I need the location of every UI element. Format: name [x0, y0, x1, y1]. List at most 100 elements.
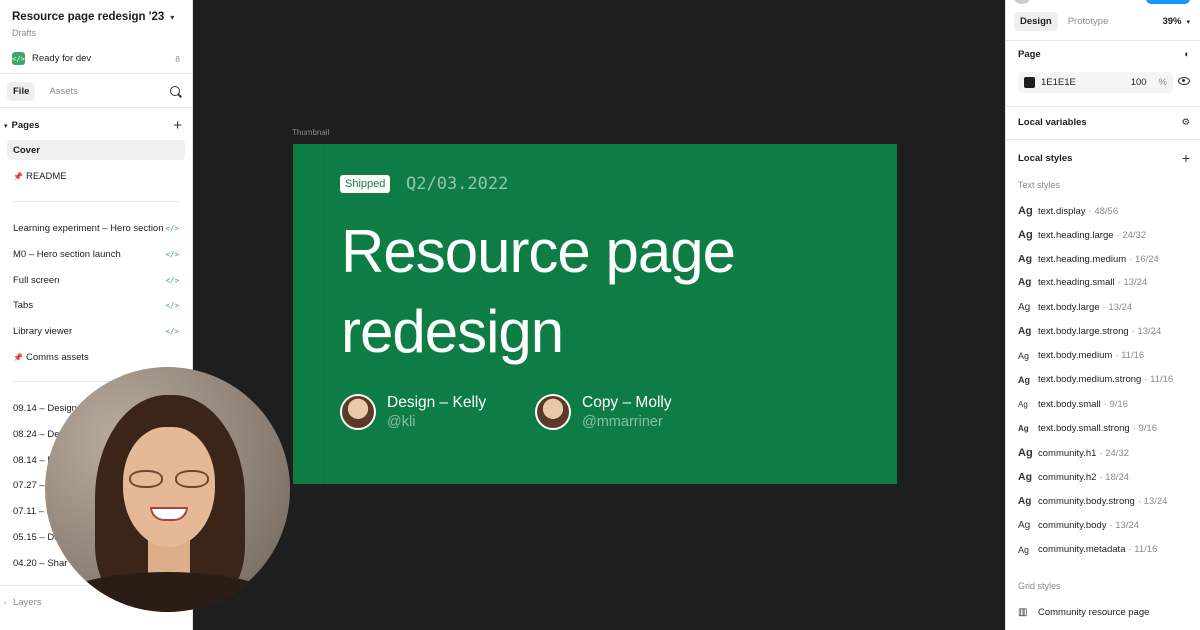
page-label: 07.27 –	[13, 479, 45, 491]
release-date: Q2/03.2022	[406, 174, 509, 194]
tab-assets[interactable]: Assets	[43, 82, 84, 101]
page-label: Comms assets	[25, 351, 89, 363]
divider	[0, 73, 192, 74]
tab-file[interactable]: File	[7, 82, 36, 101]
text-style-icon: Ag	[1018, 205, 1033, 217]
page-item[interactable]: Library viewer </>	[7, 321, 185, 341]
file-location[interactable]: Drafts	[12, 28, 36, 38]
chevron-down-icon: ▾	[1186, 18, 1190, 26]
page-item-readme[interactable]: 📌 README	[7, 166, 185, 186]
layers-header[interactable]: › Layers	[4, 597, 42, 608]
page-fill-field[interactable]: 1E1E1E 100 %	[1018, 72, 1173, 93]
page-section-header: Page ◐	[1018, 49, 1190, 60]
text-style-item[interactable]: Ag text.body.large.strong · 13/24	[1018, 326, 1190, 337]
style-size: · 13/24	[1131, 326, 1162, 337]
text-style-item[interactable]: Ag text.heading.small · 13/24	[1018, 277, 1190, 288]
text-style-item[interactable]: Ag text.heading.medium · 16/24	[1018, 253, 1190, 265]
right-sidebar: Design Prototype 39% ▾ Page ◐ 1E1E1E 100…	[1005, 0, 1200, 630]
cover-title-line2: redesign	[341, 298, 564, 365]
add-style-icon[interactable]: +	[1182, 150, 1190, 166]
style-size: · 13/24	[1109, 520, 1140, 531]
avatar[interactable]	[1014, 0, 1030, 4]
text-style-item[interactable]: Ag text.body.small · 9/16	[1018, 399, 1190, 410]
grid-style-item[interactable]: ▥ Community resource page	[1018, 607, 1190, 618]
text-style-item[interactable]: Ag community.h2 · 18/24	[1018, 471, 1190, 483]
style-name: text.body.medium.strong	[1038, 374, 1142, 385]
chevron-down-icon: ▾	[170, 12, 175, 22]
style-name: community.body	[1038, 520, 1107, 531]
sliders-icon[interactable]: ⚙	[1181, 117, 1190, 128]
zoom-dropdown[interactable]: 39% ▾	[1162, 16, 1190, 27]
color-swatch[interactable]	[1024, 77, 1035, 88]
text-style-item[interactable]: Ag text.body.medium · 11/16	[1018, 350, 1190, 361]
text-style-item[interactable]: Ag community.body · 13/24	[1018, 520, 1190, 531]
text-style-icon: Ag	[1018, 326, 1032, 337]
file-title[interactable]: Resource page redesign '23 ▾	[12, 11, 174, 23]
ready-for-dev-count: 8	[175, 53, 180, 64]
code-icon: </>	[165, 275, 179, 285]
page-label: Learning experiment – Hero section	[13, 222, 164, 234]
page-item[interactable]: 📌 Comms assets	[7, 347, 185, 367]
toggle-icon[interactable]: ◐	[1184, 49, 1190, 60]
local-variables-header[interactable]: Local variables ⚙	[1018, 117, 1190, 128]
code-icon: </>	[12, 52, 25, 65]
text-style-item[interactable]: Ag community.h1 · 24/32	[1018, 447, 1190, 459]
text-style-icon: Ag	[1018, 447, 1033, 459]
page-label: Tabs	[13, 299, 34, 311]
pages-header[interactable]: ▾ Pages +	[4, 118, 182, 133]
text-style-item[interactable]: Ag text.body.medium.strong · 11/16	[1018, 374, 1190, 385]
style-name: text.heading.large	[1038, 229, 1114, 241]
add-page-icon[interactable]: +	[173, 118, 182, 133]
grid-icon: ▥	[1018, 607, 1028, 618]
caret-down-icon: ▾	[4, 122, 8, 130]
style-name: community.metadata	[1038, 544, 1126, 555]
style-name: community.h2	[1038, 471, 1097, 483]
text-style-icon: Ag	[1018, 471, 1032, 483]
text-style-item[interactable]: Ag text.heading.large · 24/32	[1018, 229, 1190, 241]
webcam-shirt	[55, 572, 280, 612]
page-item-cover[interactable]: Cover	[7, 140, 185, 160]
ready-for-dev-row[interactable]: </> Ready for dev 8	[12, 52, 180, 65]
tab-prototype[interactable]: Prototype	[1062, 12, 1115, 31]
page-section-label: Page	[1018, 49, 1041, 60]
page-label: 04.20 – Shar	[13, 557, 68, 569]
page-label: M0 – Hero section launch	[13, 248, 121, 260]
page-item[interactable]: Learning experiment – Hero section </>	[7, 218, 185, 238]
text-style-item[interactable]: Ag community.metadata · 11/16	[1018, 544, 1190, 555]
thumbnail-frame[interactable]: Shipped Q2/03.2022 Resource page redesig…	[293, 144, 897, 484]
search-icon[interactable]	[170, 85, 182, 98]
share-button[interactable]	[1146, 0, 1190, 4]
page-item[interactable]: Tabs </>	[7, 295, 185, 315]
contributor-handle: @kli	[387, 414, 416, 430]
avatar	[340, 394, 376, 430]
fill-hex[interactable]: 1E1E1E	[1041, 77, 1076, 88]
code-icon: </>	[165, 223, 179, 233]
caret-right-icon: ›	[4, 600, 7, 607]
zoom-level: 39%	[1162, 16, 1182, 27]
text-style-item[interactable]: Ag text.display · 48/56	[1018, 205, 1190, 217]
page-item[interactable]: Full screen </>	[7, 270, 185, 290]
local-styles-header: Local styles +	[1018, 150, 1190, 166]
contributor-handle: @mmarriner	[582, 414, 663, 430]
local-variables-label: Local variables	[1018, 117, 1087, 128]
tab-design[interactable]: Design	[1014, 12, 1058, 31]
text-style-icon: Ag	[1018, 302, 1031, 313]
text-style-item[interactable]: Ag community.body.strong · 13/24	[1018, 496, 1190, 507]
text-style-item[interactable]: Ag text.body.large · 13/24	[1018, 302, 1190, 313]
frame-label[interactable]: Thumbnail	[292, 128, 329, 137]
code-icon: </>	[165, 326, 179, 336]
text-style-icon: Ag	[1018, 374, 1030, 385]
eye-icon[interactable]	[1178, 77, 1190, 85]
file-title-text: Resource page redesign '23	[12, 11, 165, 23]
code-icon: </>	[165, 249, 179, 259]
text-style-icon: Ag	[1018, 229, 1033, 241]
page-item[interactable]: M0 – Hero section launch </>	[7, 244, 185, 264]
cover-title-line1: Resource page	[341, 218, 736, 285]
cover-title: Resource page redesign	[341, 212, 861, 372]
text-styles-label: Text styles	[1018, 180, 1061, 190]
text-style-item[interactable]: Ag text.body.small.strong · 9/16	[1018, 423, 1190, 434]
style-name: community.body.strong	[1038, 496, 1135, 507]
fill-opacity[interactable]: 100	[1131, 77, 1147, 88]
page-label: Cover	[13, 144, 40, 156]
text-style-icon: Ag	[1018, 400, 1028, 409]
